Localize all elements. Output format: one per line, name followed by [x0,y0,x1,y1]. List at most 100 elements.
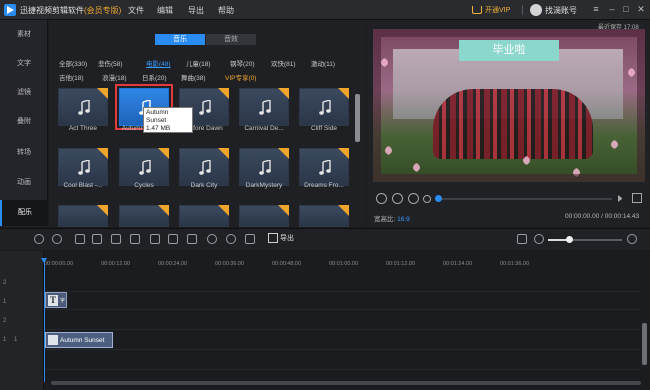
music-tile[interactable] [58,205,108,227]
track-row-voice[interactable] [44,352,640,370]
sidebar-item-text[interactable]: 文字 [0,51,48,77]
text-clip[interactable]: T 字 [45,292,67,308]
export-button[interactable]: 导出 [268,233,294,243]
music-tile[interactable] [179,148,229,186]
ruler-tick: 00:01:24.00 [443,261,473,267]
track-label: 2 [3,318,7,324]
mosaic-icon[interactable] [150,234,160,244]
category-exciting[interactable]: 激动(11) [311,58,335,68]
undo-icon[interactable] [34,234,44,244]
category-cheerful[interactable]: 欢快(81) [271,58,296,68]
category-sad[interactable]: 悲伤(58) [98,58,123,68]
category-romantic[interactable]: 浪漫(18) [102,72,127,82]
aspect-ratio-value[interactable]: 16:9 [397,216,410,223]
track-row-music[interactable] [44,332,640,350]
sidebar-item-material[interactable]: 素材 [0,22,48,48]
timeline-vertical-scrollbar[interactable] [642,323,647,365]
category-vip[interactable]: VIP专享(0) [225,72,256,82]
sidebar-item-filter[interactable]: 滤镜 [0,80,48,106]
stop-button[interactable] [408,193,419,204]
zoom-clip-icon[interactable] [168,234,178,244]
fullscreen-icon[interactable] [632,193,642,203]
delete-icon[interactable] [111,234,121,244]
minimize-icon[interactable]: – [606,3,618,16]
music-clip[interactable]: Autumn Sunset [45,332,113,348]
menu-help[interactable]: 帮助 [218,5,234,16]
menu-edit[interactable]: 编辑 [157,5,173,16]
open-vip-button[interactable]: 开通VIP [472,4,510,16]
sidebar-item-transition[interactable]: 转场 [0,140,48,166]
vip-badge-icon [338,148,349,159]
music-tile[interactable] [299,88,349,126]
music-tile[interactable] [58,88,108,126]
music-tile[interactable] [299,205,349,227]
track-tooltip: Autumn Sunset 1.47 MB 00:01:36.35 [143,107,193,140]
music-tile[interactable] [239,88,289,126]
playhead[interactable] [44,258,45,382]
category-movie[interactable]: 电影(48) [146,58,171,68]
category-japanese[interactable]: 日系(20) [142,72,167,82]
category-all[interactable]: 全部(330) [59,58,87,68]
sidebar-item-overlay[interactable]: 叠附 [0,109,48,135]
app-title: 迅捷视频剪辑软件(会员专版) [20,5,121,16]
time-display: 00:00:00.00 / 00:00:14.43 [565,213,640,220]
music-tile[interactable] [58,148,108,186]
ruler-tick: 00:00:24.00 [158,261,188,267]
speed-icon[interactable] [187,234,197,244]
play-button[interactable] [392,193,403,204]
music-tile[interactable] [119,205,169,227]
tile-label: Cliff Side [311,125,337,132]
playback-progress-bar[interactable] [436,198,612,200]
music-tile[interactable] [299,148,349,186]
settings-menu-icon[interactable]: ≡ [590,3,602,16]
menu-export[interactable]: 导出 [188,5,204,16]
track-row-overlay[interactable] [44,274,640,292]
tile-label: Cycles [134,182,154,189]
menu-file[interactable]: 文件 [128,5,144,16]
user-account-link[interactable]: 找淌账号 [545,5,577,16]
playback-progress-knob[interactable] [435,195,442,202]
record-voice-icon[interactable] [226,234,236,244]
redo-icon[interactable] [52,234,62,244]
add-marker-icon[interactable] [245,234,255,244]
app-name: 迅捷视频剪辑软件 [20,6,84,15]
music-note-icon [319,100,331,115]
tile-label: Act Three [68,125,98,132]
close-icon[interactable]: ✕ [635,3,647,16]
library-scrollbar[interactable] [355,94,360,142]
crop-icon[interactable] [130,234,140,244]
step-button[interactable] [423,195,431,203]
zoom-in-icon[interactable] [627,234,637,244]
zoom-slider-knob[interactable] [566,236,573,243]
music-tile[interactable] [239,148,289,186]
sidebar-item-animation[interactable]: 动画 [0,170,48,196]
vip-badge-icon [278,148,289,159]
timeline-horizontal-scrollbar[interactable] [51,381,641,385]
music-tile[interactable] [179,205,229,227]
duration-icon[interactable] [207,234,217,244]
music-tile[interactable] [119,148,169,186]
maximize-icon[interactable]: □ [620,3,632,16]
tab-music[interactable]: 音乐 [155,34,205,45]
aspect-ratio[interactable]: 宽高比: 16:9 [374,213,410,223]
category-guitar[interactable]: 吉他(18) [59,72,84,82]
rewind-button[interactable] [376,193,387,204]
track-row-video[interactable] [44,312,640,330]
vip-badge-icon [158,148,169,159]
zoom-out-icon[interactable] [534,234,544,244]
tile-label: Dark City [190,182,218,189]
sidebar-item-music[interactable]: 配乐 [0,200,48,226]
track-row-text[interactable] [44,292,640,310]
category-dance[interactable]: 舞曲(38) [181,72,206,82]
edit-icon[interactable] [75,234,85,244]
ruler-tick: 00:00:48.00 [272,261,302,267]
volume-icon[interactable] [618,195,626,202]
category-kids[interactable]: 儿童(18) [186,58,211,68]
category-piano[interactable]: 钢琴(20) [230,58,255,68]
avatar[interactable] [530,4,542,16]
fit-timeline-icon[interactable] [517,234,527,244]
split-icon[interactable] [92,234,102,244]
music-tile[interactable] [239,205,289,227]
tab-sound-effects[interactable]: 音效 [206,34,256,45]
video-preview[interactable]: 毕业啦 [373,29,645,182]
